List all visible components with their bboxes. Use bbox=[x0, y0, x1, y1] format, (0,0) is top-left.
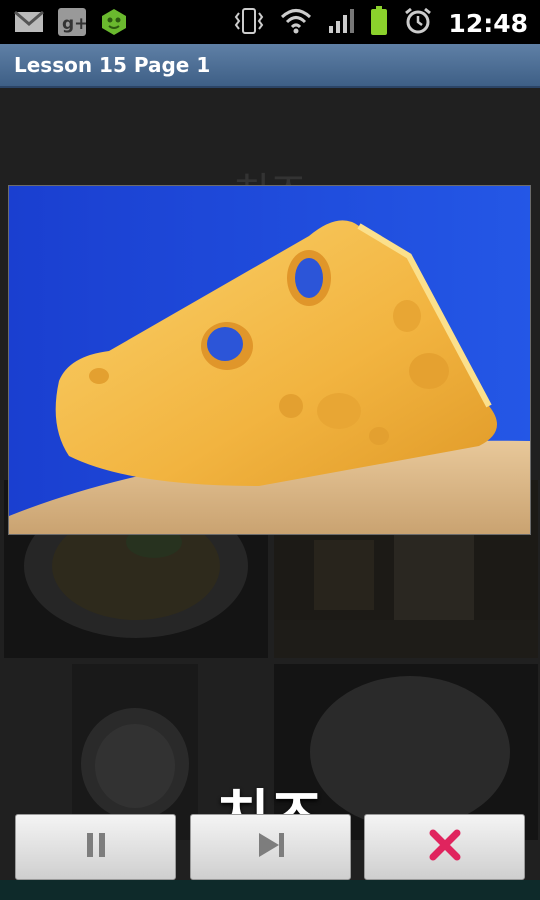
title-bar: Lesson 15 Page 1 bbox=[0, 44, 540, 88]
app-notification-icon bbox=[100, 8, 128, 40]
wifi-icon bbox=[280, 8, 312, 38]
clock: 12:48 bbox=[448, 8, 528, 38]
google-plus-icon: g+ bbox=[58, 8, 88, 40]
next-button[interactable] bbox=[190, 814, 351, 880]
alarm-icon bbox=[404, 7, 432, 39]
close-button[interactable] bbox=[364, 814, 525, 880]
pause-button[interactable] bbox=[15, 814, 176, 880]
skip-next-icon bbox=[256, 830, 286, 864]
svg-text:g+: g+ bbox=[62, 14, 86, 34]
vibrate-icon bbox=[234, 7, 264, 39]
vocabulary-image bbox=[8, 185, 531, 535]
pause-icon bbox=[85, 831, 107, 863]
close-icon bbox=[428, 828, 462, 866]
bottom-strip bbox=[0, 880, 540, 900]
signal-icon bbox=[328, 8, 355, 38]
gmail-icon bbox=[14, 10, 44, 38]
status-bar: g+ 12:48 bbox=[0, 0, 540, 44]
page-title: Lesson 15 Page 1 bbox=[14, 53, 211, 77]
battery-icon bbox=[370, 6, 388, 40]
